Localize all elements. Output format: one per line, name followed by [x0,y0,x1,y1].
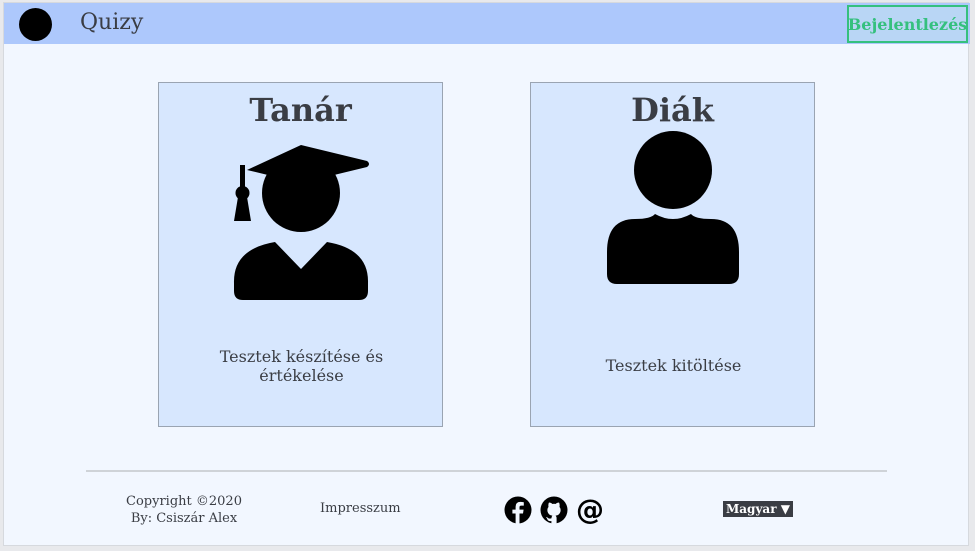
student-card[interactable]: Diák Tesztek kitöltése [530,82,815,427]
card-title: Tanár [249,91,352,129]
copyright: Copyright ©2020 By: Csiszár Alex [114,493,254,527]
card-description: Tesztek kitöltése [605,356,742,375]
page: Quizy Bejelentlezés Tanár Tesztek készít… [3,2,970,546]
teacher-card[interactable]: Tanár Tesztek készítése és értékelése [158,82,443,427]
card-title: Diák [631,91,714,129]
footer-divider [86,470,887,472]
social-links: @ [504,493,604,526]
brand-name[interactable]: Quizy [80,10,143,35]
card-description: Tesztek készítése és értékelése [219,347,384,385]
user-icon [531,130,814,286]
svg-text:@: @ [576,496,604,524]
author-line: By: Csiszár Alex [130,511,238,526]
impressum-link[interactable]: Impresszum [320,501,401,516]
graduate-icon [159,145,442,301]
navbar: Quizy Bejelentlezés [4,3,970,44]
copyright-line: Copyright ©2020 [126,494,242,509]
login-button[interactable]: Bejelentlezés [847,5,968,43]
logo[interactable] [19,8,52,41]
email-icon[interactable]: @ [576,493,604,526]
language-select[interactable]: Magyar ▼ [723,501,793,517]
facebook-icon[interactable] [504,496,532,524]
github-icon[interactable] [540,496,568,524]
